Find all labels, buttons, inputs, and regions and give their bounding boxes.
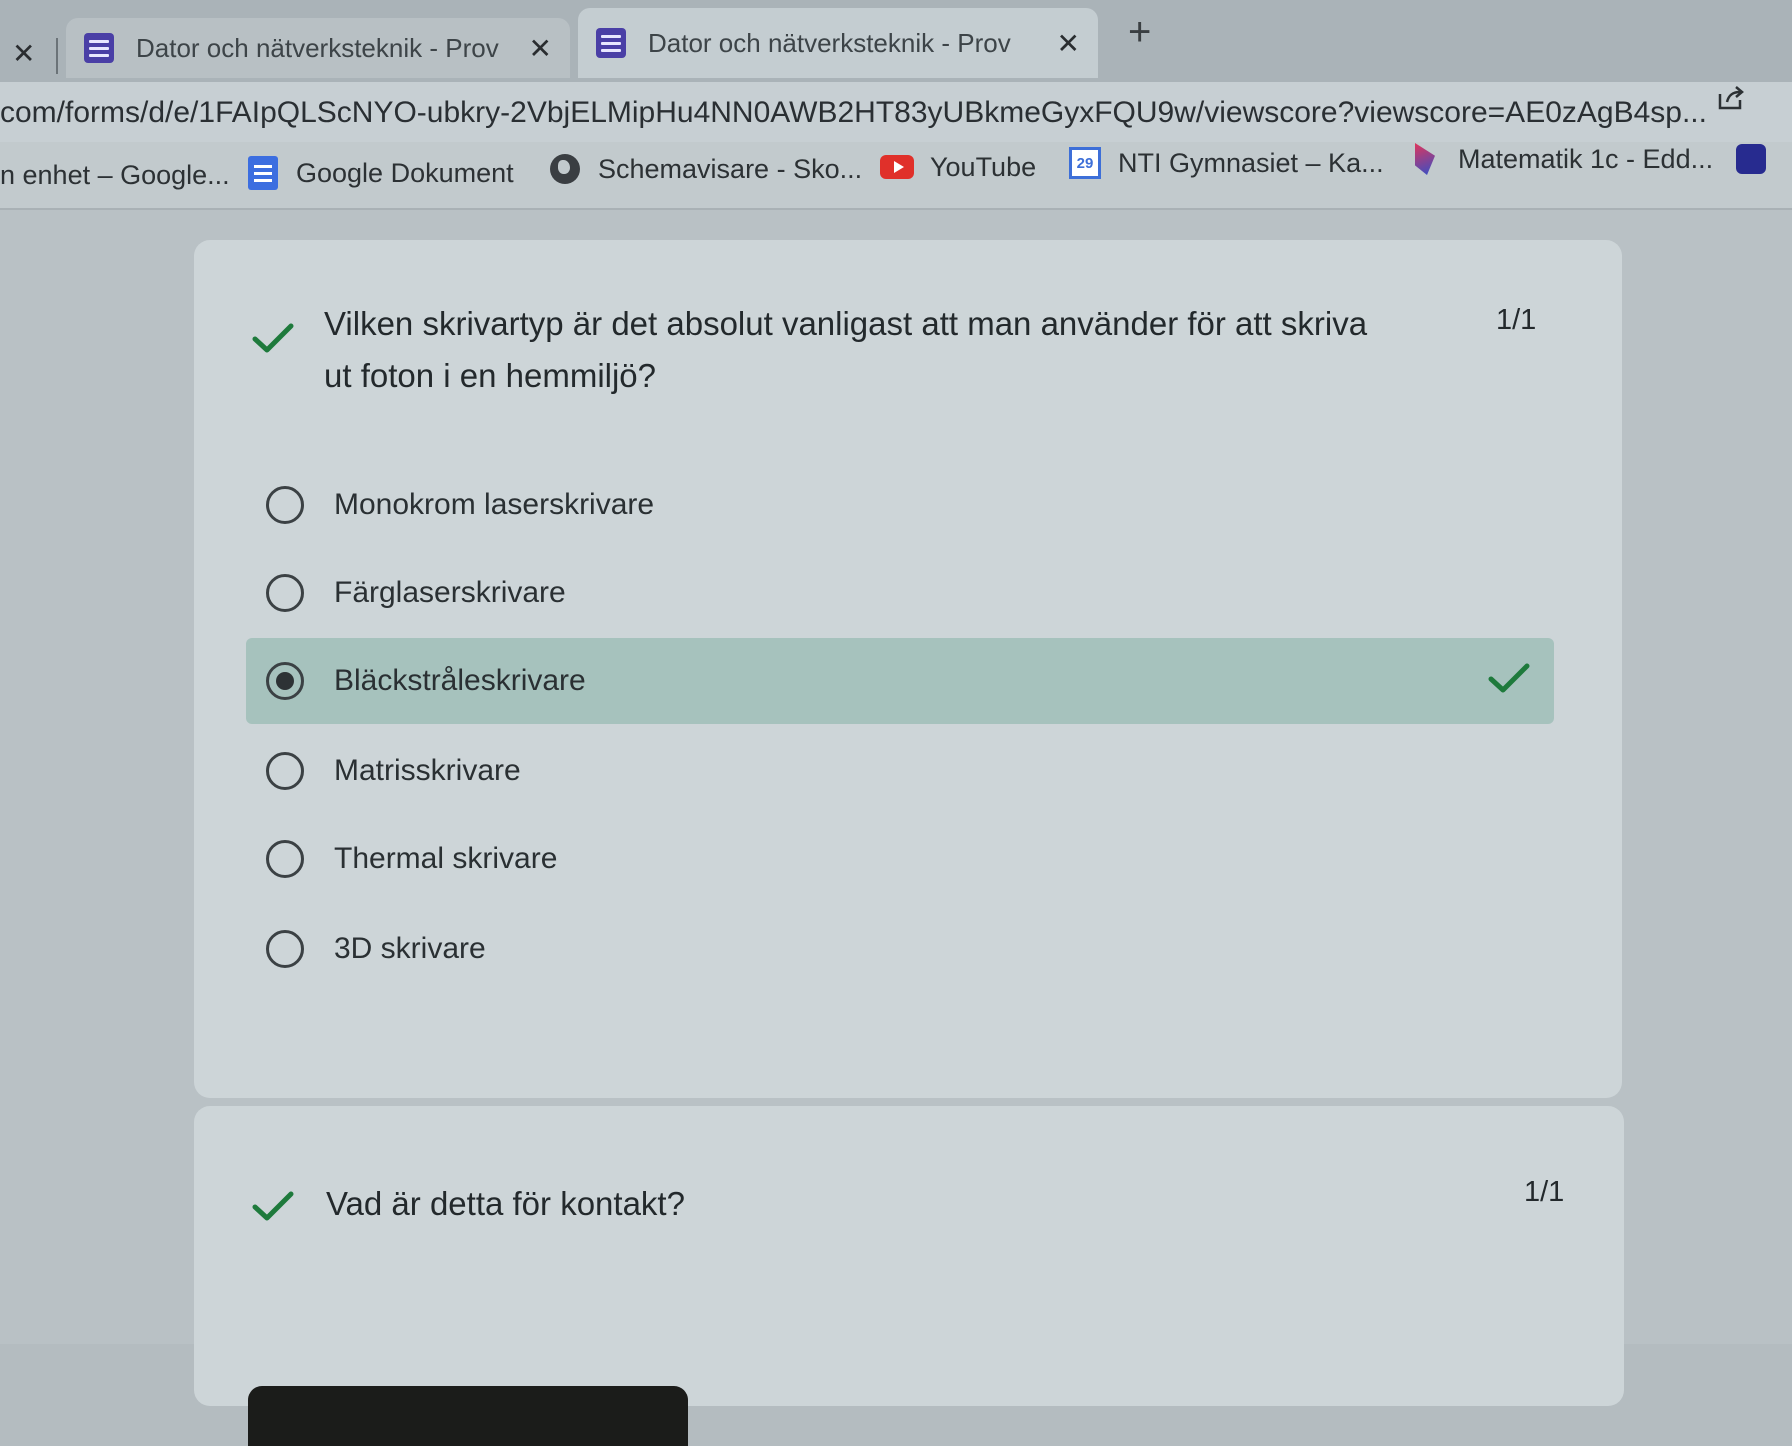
correct-check-icon <box>252 323 294 353</box>
bookmark-drive[interactable]: n enhet – Google... <box>0 160 230 191</box>
tab-close-icon[interactable]: ✕ <box>529 32 552 65</box>
answer-option[interactable]: 3D skrivare <box>246 906 1554 992</box>
bookmark-google-docs[interactable]: Google Dokument <box>246 156 514 190</box>
share-icon[interactable] <box>1716 84 1746 112</box>
question-card: Vad är detta för kontakt? 1/1 <box>194 1106 1624 1446</box>
bookmark-matematik[interactable]: Matematik 1c - Edd... <box>1408 142 1713 176</box>
tab-strip: ✕ Dator och nätverksteknik - Prov ✕ Dato… <box>0 0 1792 82</box>
tab-close-icon[interactable]: ✕ <box>1057 27 1080 60</box>
bookmark-label: Matematik 1c - Edd... <box>1458 143 1714 174</box>
question-card: Vilken skrivartyp är det absolut vanliga… <box>194 240 1622 1098</box>
globe-icon <box>548 152 582 186</box>
bookmarks-bar: n enhet – Google... Google Dokument Sche… <box>0 142 1792 210</box>
question-score: 1/1 <box>1496 304 1537 336</box>
correct-check-icon <box>1488 663 1530 693</box>
option-label: Monokrom laserskrivare <box>334 488 655 521</box>
correct-check-icon <box>252 1191 294 1221</box>
bookmark-app-icon <box>1734 142 1768 176</box>
tab-active[interactable]: Dator och nätverksteknik - Prov ✕ <box>578 8 1098 78</box>
eddler-icon <box>1408 142 1442 176</box>
tab-inactive[interactable]: Dator och nätverksteknik - Prov ✕ <box>66 18 570 78</box>
radio-button[interactable] <box>266 752 304 790</box>
form-page: Vilken skrivartyp är det absolut vanliga… <box>0 210 1792 1446</box>
close-icon[interactable]: ✕ <box>12 40 35 68</box>
youtube-icon <box>880 150 914 184</box>
radio-button[interactable] <box>266 486 304 524</box>
radio-button[interactable] <box>266 930 304 968</box>
new-tab-button[interactable]: + <box>1128 10 1151 55</box>
option-label: Bläckstråleskrivare <box>334 664 586 697</box>
calendar-icon: 29 <box>1068 146 1102 180</box>
answer-option-correct[interactable]: Bläckstråleskrivare <box>246 638 1554 724</box>
docs-icon <box>246 156 280 190</box>
answer-option[interactable]: Monokrom laserskrivare <box>246 462 1554 548</box>
tab-title: Dator och nätverksteknik - Prov <box>648 27 1011 58</box>
bookmark-youtube[interactable]: YouTube <box>880 150 1036 184</box>
radio-button-selected[interactable] <box>266 662 304 700</box>
question-image <box>248 1386 688 1446</box>
option-label: 3D skrivare <box>334 932 486 965</box>
option-label: Färglaserskrivare <box>334 576 566 609</box>
answer-option[interactable]: Färglaserskrivare <box>246 550 1554 636</box>
bookmark-label: Schemavisare - Sko... <box>598 153 863 184</box>
answer-option[interactable]: Matrisskrivare <box>246 728 1554 814</box>
bookmark-nti[interactable]: 29 NTI Gymnasiet – Ka... <box>1068 146 1384 180</box>
radio-button[interactable] <box>266 840 304 878</box>
address-bar[interactable]: com/forms/d/e/1FAIpQLScNYO-ubkry-2VbjELM… <box>0 82 1792 142</box>
bookmark-label: n enhet – Google... <box>0 160 230 190</box>
google-forms-icon <box>596 28 626 58</box>
bookmark-schemavisare[interactable]: Schemavisare - Sko... <box>548 152 862 186</box>
bookmark-extra[interactable] <box>1734 142 1784 176</box>
bookmark-label: NTI Gymnasiet – Ka... <box>1118 147 1384 178</box>
answer-option[interactable]: Thermal skrivare <box>246 816 1554 902</box>
google-forms-icon <box>84 33 114 63</box>
tab-divider <box>56 38 58 74</box>
option-label: Thermal skrivare <box>334 842 558 875</box>
bookmark-label: Google Dokument <box>296 157 514 188</box>
radio-button[interactable] <box>266 574 304 612</box>
bookmark-label: YouTube <box>930 151 1037 182</box>
option-label: Matrisskrivare <box>334 754 521 787</box>
question-title: Vad är detta för kontakt? <box>326 1185 685 1222</box>
question-score: 1/1 <box>1524 1176 1565 1208</box>
question-title: Vilken skrivartyp är det absolut vanliga… <box>324 305 1368 394</box>
tab-title: Dator och nätverksteknik - Prov <box>136 32 499 63</box>
url-text[interactable]: com/forms/d/e/1FAIpQLScNYO-ubkry-2VbjELM… <box>0 96 1707 130</box>
